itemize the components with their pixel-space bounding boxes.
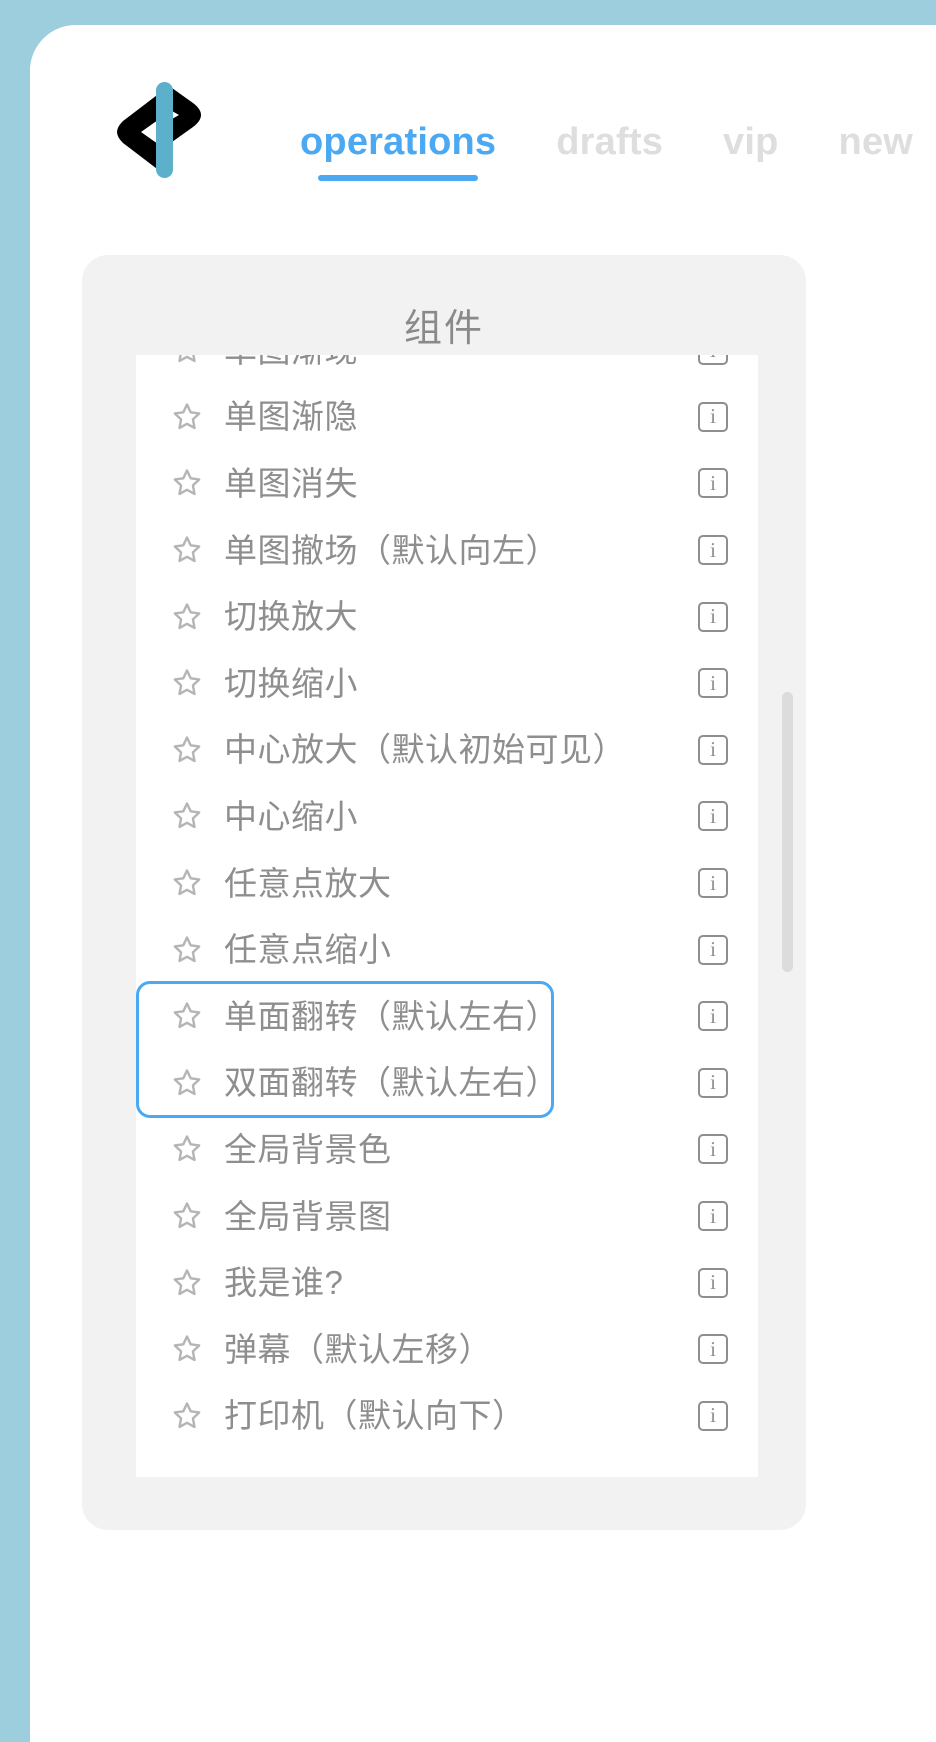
info-icon[interactable]: i <box>698 1067 728 1098</box>
list-item[interactable]: 双面翻转（默认左右） i <box>136 1050 758 1117</box>
info-icon[interactable]: i <box>698 1334 728 1365</box>
app-panel: operations drafts vip new 组件 单图渐现i单图渐隐i单… <box>30 25 936 1742</box>
list-item[interactable]: 单面翻转（默认左右） i <box>136 983 758 1050</box>
star-icon[interactable] <box>170 933 204 967</box>
star-icon[interactable] <box>170 866 204 900</box>
list-item[interactable]: 全局背景色 i <box>136 1116 758 1183</box>
star-icon[interactable] <box>170 799 204 833</box>
list-item-label: 单面翻转（默认左右） <box>224 997 559 1035</box>
list-item[interactable]: 打印机（默认向下） i <box>136 1383 758 1450</box>
tab-operations[interactable]: operations <box>300 121 496 181</box>
star-icon[interactable] <box>170 1066 204 1100</box>
list-item-label: 中心放大（默认初始可见） <box>224 731 626 769</box>
star-icon[interactable] <box>170 355 204 367</box>
components-list-viewport[interactable]: 单图渐现i单图渐隐i单图消失i单图撤场（默认向左）i切换放大i切换缩小i中心放大… <box>136 355 758 1477</box>
star-icon[interactable] <box>170 533 204 567</box>
list-item-label: 切换缩小 <box>224 664 358 702</box>
info-icon[interactable]: i <box>698 355 728 366</box>
list-item-label: 任意点缩小 <box>224 931 392 969</box>
list-item-label: 任意点放大 <box>224 864 392 902</box>
list-scrollbar-thumb[interactable] <box>782 691 793 973</box>
app-logo-icon[interactable] <box>115 75 211 185</box>
info-icon[interactable]: i <box>698 1134 728 1165</box>
tab-new[interactable]: new <box>839 121 914 181</box>
list-item[interactable]: 切换放大 i <box>136 583 758 650</box>
list-item[interactable]: 单图消失 i <box>136 450 758 517</box>
components-card-title: 组件 <box>403 308 484 350</box>
star-icon[interactable] <box>170 1199 204 1233</box>
info-icon[interactable]: i <box>698 1201 728 1232</box>
list-item-label: 单图消失 <box>224 464 358 502</box>
star-icon[interactable] <box>170 466 204 500</box>
list-item-label: 弹幕（默认左移） <box>224 1330 492 1368</box>
list-item[interactable]: 单图渐隐 i <box>136 384 758 451</box>
tab-drafts[interactable]: drafts <box>556 121 663 181</box>
list-item[interactable]: 全局背景图 i <box>136 1183 758 1250</box>
list-item-label: 全局背景图 <box>224 1197 392 1235</box>
list-item[interactable]: 单图撤场（默认向左） i <box>136 517 758 584</box>
list-item[interactable]: 切换缩小 i <box>136 650 758 717</box>
list-item[interactable]: 任意点缩小 i <box>136 916 758 983</box>
info-icon[interactable]: i <box>698 1267 728 1298</box>
list-item[interactable]: 弹幕（默认左移） i <box>136 1316 758 1383</box>
list-item-label: 单图渐隐 <box>224 398 358 436</box>
star-icon[interactable] <box>170 600 204 634</box>
list-item-label: 单图撤场（默认向左） <box>224 531 559 569</box>
page-root: operations drafts vip new 组件 单图渐现i单图渐隐i单… <box>0 0 936 1742</box>
components-card: 组件 单图渐现i单图渐隐i单图消失i单图撤场（默认向左）i切换放大i切换缩小i中… <box>82 255 806 1530</box>
info-icon[interactable]: i <box>698 1001 728 1032</box>
list-item[interactable]: 任意点放大 i <box>136 850 758 917</box>
info-icon[interactable]: i <box>698 668 728 699</box>
list-item-label: 全局背景色 <box>224 1130 392 1168</box>
components-list: 单图渐现i单图渐隐i单图消失i单图撤场（默认向左）i切换放大i切换缩小i中心放大… <box>136 355 758 1449</box>
info-icon[interactable]: i <box>698 535 728 566</box>
info-icon[interactable]: i <box>698 401 728 432</box>
info-icon[interactable]: i <box>698 868 728 899</box>
info-icon[interactable]: i <box>698 1400 728 1431</box>
info-icon[interactable]: i <box>698 468 728 499</box>
star-icon[interactable] <box>170 999 204 1033</box>
star-icon[interactable] <box>170 400 204 434</box>
info-icon[interactable]: i <box>698 934 728 965</box>
app-header: operations drafts vip new <box>30 25 936 240</box>
list-scrollbar-track[interactable] <box>768 355 806 1477</box>
info-icon[interactable]: i <box>698 734 728 765</box>
list-item-label: 单图渐现 <box>224 355 698 367</box>
list-item[interactable]: 中心放大（默认初始可见） i <box>136 717 758 784</box>
star-icon[interactable] <box>170 1332 204 1366</box>
star-icon[interactable] <box>170 1132 204 1166</box>
star-icon[interactable] <box>170 733 204 767</box>
info-icon[interactable]: i <box>698 801 728 832</box>
tab-vip[interactable]: vip <box>723 121 779 181</box>
list-item[interactable]: 单图渐现i <box>136 355 758 384</box>
list-item[interactable]: 中心缩小 i <box>136 783 758 850</box>
list-item[interactable]: 我是谁? i <box>136 1249 758 1316</box>
list-item-label: 切换放大 <box>224 598 358 636</box>
list-item-label: 我是谁? <box>224 1264 344 1302</box>
star-icon[interactable] <box>170 1266 204 1300</box>
star-icon[interactable] <box>170 1399 204 1433</box>
list-item-label: 打印机（默认向下） <box>224 1397 526 1435</box>
tab-bar: operations drafts vip new <box>300 121 913 181</box>
star-icon[interactable] <box>170 666 204 700</box>
list-item-label: 双面翻转（默认左右） <box>224 1064 559 1102</box>
list-item-label: 中心缩小 <box>224 797 358 835</box>
info-icon[interactable]: i <box>698 601 728 632</box>
